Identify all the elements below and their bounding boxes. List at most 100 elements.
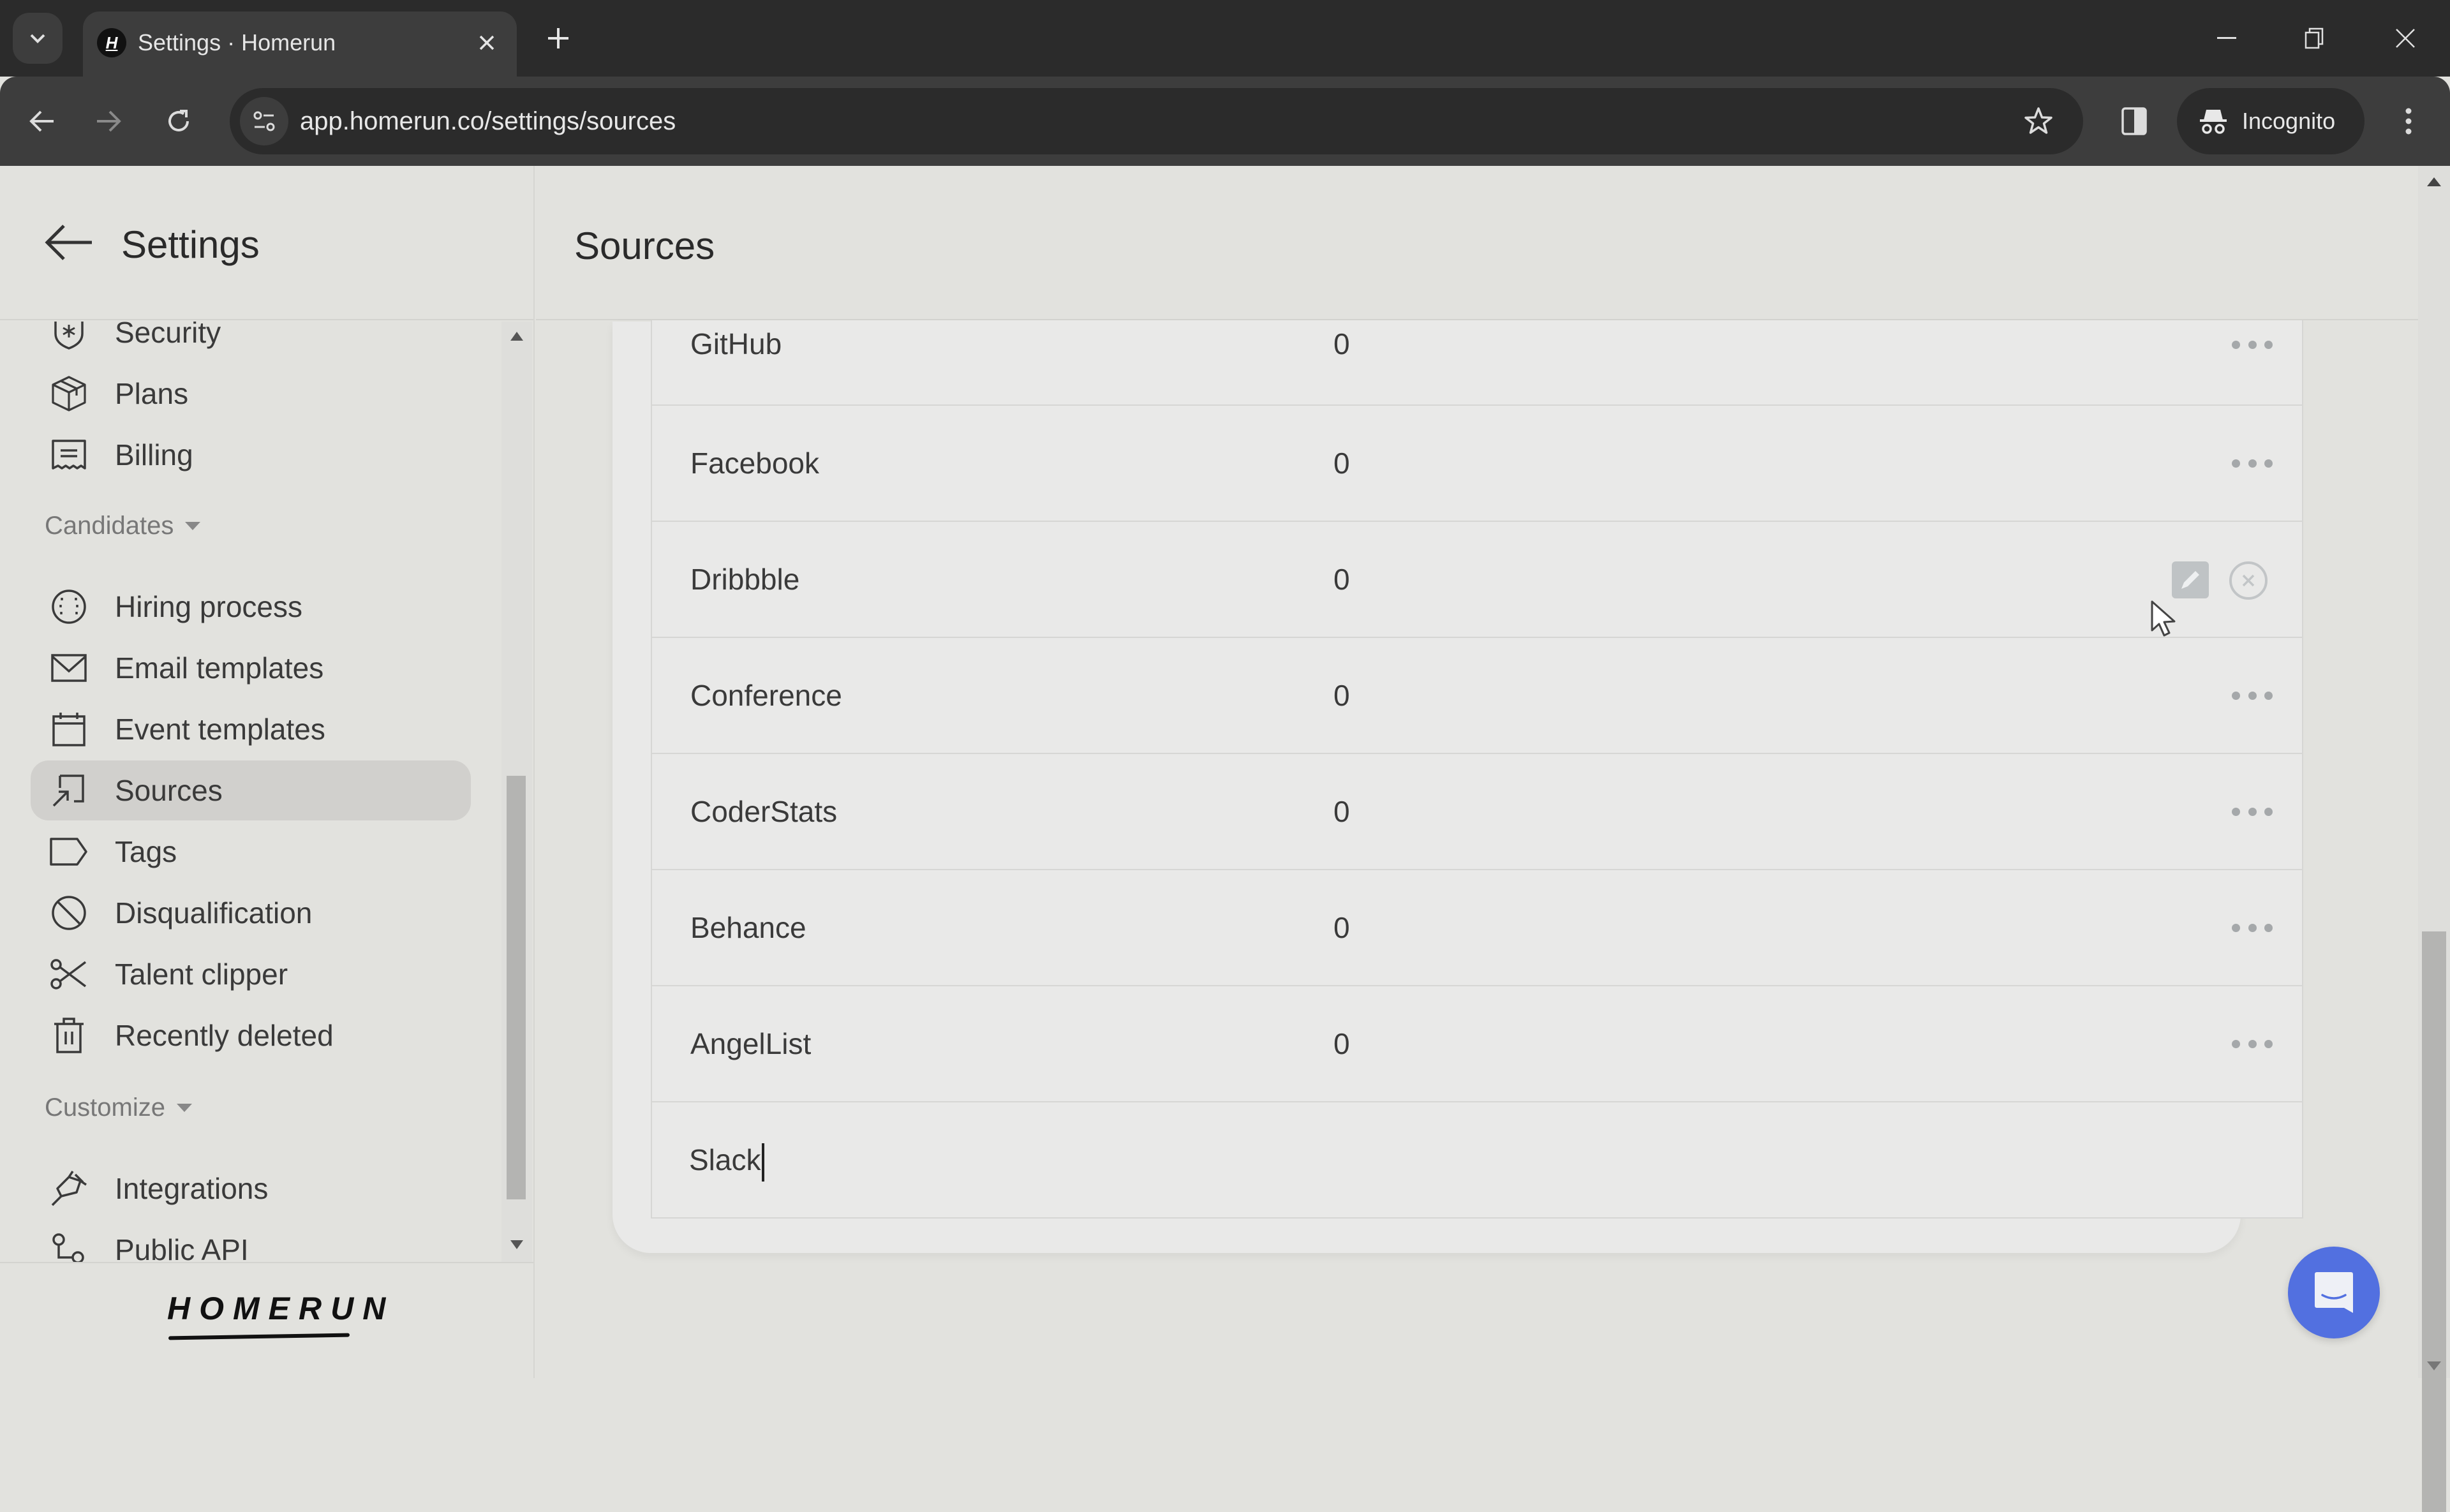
tab-title: Settings · Homerun bbox=[138, 29, 336, 56]
sidebar-item-talent-clipper[interactable]: Talent clipper bbox=[31, 944, 471, 1004]
page-scrollbar[interactable] bbox=[2418, 166, 2450, 1512]
more-dots-icon bbox=[2248, 340, 2257, 349]
source-count: 0 bbox=[1333, 1027, 1350, 1060]
edit-source-button[interactable] bbox=[2172, 561, 2209, 598]
sidebar-item-plans[interactable]: Plans bbox=[31, 364, 471, 424]
receipt-icon bbox=[48, 434, 89, 475]
sidebar-item-integrations[interactable]: Integrations bbox=[31, 1159, 471, 1219]
back-icon bbox=[29, 110, 54, 132]
homerun-logo: HOMERUN bbox=[167, 1291, 395, 1326]
sidebar-item-label: Public API bbox=[115, 1233, 249, 1262]
sidebar-scroll-thumb[interactable] bbox=[507, 776, 526, 1199]
sidebar-item-hiring-process[interactable]: Hiring process bbox=[31, 577, 471, 637]
forward-button[interactable] bbox=[83, 96, 134, 147]
table-row[interactable]: Dribbble 0 bbox=[651, 522, 2303, 638]
more-dots-icon bbox=[2232, 807, 2240, 816]
tab-search-button[interactable] bbox=[13, 13, 63, 64]
table-row[interactable]: CoderStats 0 bbox=[651, 754, 2303, 870]
page-scroll-thumb[interactable] bbox=[2422, 931, 2446, 1512]
table-row[interactable]: Facebook 0 bbox=[651, 406, 2303, 522]
scroll-up-arrow-icon[interactable] bbox=[2427, 177, 2441, 186]
more-dots-icon bbox=[2248, 1039, 2257, 1048]
new-source-row[interactable]: Slack bbox=[651, 1102, 2303, 1219]
address-bar[interactable]: app.homerun.co/settings/sources bbox=[230, 88, 2083, 154]
sidebar-item-email-templates[interactable]: Email templates bbox=[31, 638, 471, 698]
arrow-left-icon bbox=[45, 225, 92, 260]
more-dots-icon bbox=[2232, 691, 2240, 700]
reload-button[interactable] bbox=[153, 96, 204, 147]
back-button[interactable] bbox=[17, 96, 68, 147]
delete-source-button[interactable] bbox=[2229, 561, 2268, 600]
table-row[interactable]: GitHub 0 bbox=[651, 320, 2303, 406]
sidebar-item-public-api[interactable]: Public API bbox=[31, 1220, 471, 1262]
browser-tab-bar: H Settings · Homerun bbox=[0, 0, 2450, 77]
new-tab-button[interactable] bbox=[539, 19, 577, 57]
browser-menu-button[interactable] bbox=[2383, 96, 2434, 147]
back-to-app-button[interactable] bbox=[42, 216, 96, 269]
forward-icon bbox=[97, 110, 121, 132]
bookmark-button[interactable] bbox=[2019, 102, 2058, 140]
section-label: Candidates bbox=[45, 512, 174, 540]
window-close-button[interactable] bbox=[2380, 13, 2431, 64]
scroll-down-arrow-icon[interactable] bbox=[2427, 1361, 2441, 1370]
sidebar-item-label: Hiring process bbox=[115, 590, 302, 623]
sidebar-item-security[interactable]: Security bbox=[31, 322, 471, 362]
more-options-button[interactable] bbox=[2232, 916, 2273, 939]
sidebar-item-disqualification[interactable]: Disqualification bbox=[31, 883, 471, 943]
url-text[interactable]: app.homerun.co/settings/sources bbox=[300, 103, 676, 139]
more-options-button[interactable] bbox=[2232, 452, 2273, 475]
source-name: Dribbble bbox=[690, 563, 800, 596]
shield-icon bbox=[48, 322, 89, 353]
chevron-down-icon bbox=[30, 34, 45, 43]
tab-close-button[interactable] bbox=[471, 27, 503, 59]
more-dots-icon bbox=[2248, 691, 2257, 700]
more-options-button[interactable] bbox=[2232, 684, 2273, 707]
restore-button[interactable] bbox=[2289, 13, 2340, 64]
source-name: GitHub bbox=[690, 327, 782, 360]
sidebar-item-sources[interactable]: Sources bbox=[31, 760, 471, 820]
section-customize-toggle[interactable]: Customize bbox=[45, 1093, 192, 1122]
calendar-icon bbox=[48, 709, 89, 750]
sidebar-item-label: Plans bbox=[115, 377, 189, 410]
text-caret bbox=[762, 1143, 765, 1182]
chat-support-button[interactable] bbox=[2288, 1247, 2380, 1338]
scroll-up-arrow-icon[interactable] bbox=[510, 332, 523, 341]
api-icon bbox=[48, 1229, 89, 1262]
close-icon bbox=[479, 35, 494, 50]
sidebar-item-recently-deleted[interactable]: Recently deleted bbox=[31, 1005, 471, 1065]
trash-icon bbox=[48, 1015, 89, 1056]
sidebar-scrollbar[interactable] bbox=[501, 322, 532, 1262]
browser-toolbar: app.homerun.co/settings/sources Incognit… bbox=[0, 77, 2450, 166]
scroll-down-arrow-icon[interactable] bbox=[510, 1240, 523, 1249]
more-dots-icon bbox=[2264, 459, 2273, 468]
table-row[interactable]: Behance 0 bbox=[651, 870, 2303, 986]
sidebar-item-event-templates[interactable]: Event templates bbox=[31, 699, 471, 759]
box-icon bbox=[48, 373, 89, 414]
more-options-button[interactable] bbox=[2232, 1032, 2273, 1055]
table-row[interactable]: Conference 0 bbox=[651, 638, 2303, 754]
table-row[interactable]: AngelList 0 bbox=[651, 986, 2303, 1102]
sidebar-item-label: Email templates bbox=[115, 651, 324, 685]
new-source-input[interactable]: Slack bbox=[689, 1102, 1455, 1217]
side-panel-button[interactable] bbox=[2109, 96, 2160, 147]
sidebar-footer: HOMERUN bbox=[0, 1262, 533, 1378]
site-info-button[interactable] bbox=[240, 97, 288, 145]
source-arrow-icon bbox=[48, 770, 89, 811]
minimize-button[interactable] bbox=[2201, 13, 2252, 64]
tag-icon bbox=[48, 831, 89, 872]
mouse-pointer-icon bbox=[2151, 600, 2176, 637]
sidebar-item-label: Sources bbox=[115, 774, 223, 807]
source-name: Behance bbox=[690, 911, 806, 944]
reload-icon bbox=[168, 110, 189, 131]
incognito-badge[interactable]: Incognito bbox=[2177, 88, 2365, 154]
browser-tab[interactable]: H Settings · Homerun bbox=[83, 11, 517, 77]
new-source-input-value: Slack bbox=[689, 1143, 761, 1176]
chat-bubble-icon bbox=[2315, 1272, 2353, 1313]
more-options-button[interactable] bbox=[2232, 800, 2273, 823]
bookmark-star-icon bbox=[2024, 107, 2053, 134]
sidebar-item-tags[interactable]: Tags bbox=[31, 822, 471, 882]
more-dots-icon bbox=[2264, 923, 2273, 932]
more-options-button[interactable] bbox=[2232, 333, 2273, 356]
sidebar-item-billing[interactable]: Billing bbox=[31, 425, 471, 485]
section-candidates-toggle[interactable]: Candidates bbox=[45, 512, 201, 540]
